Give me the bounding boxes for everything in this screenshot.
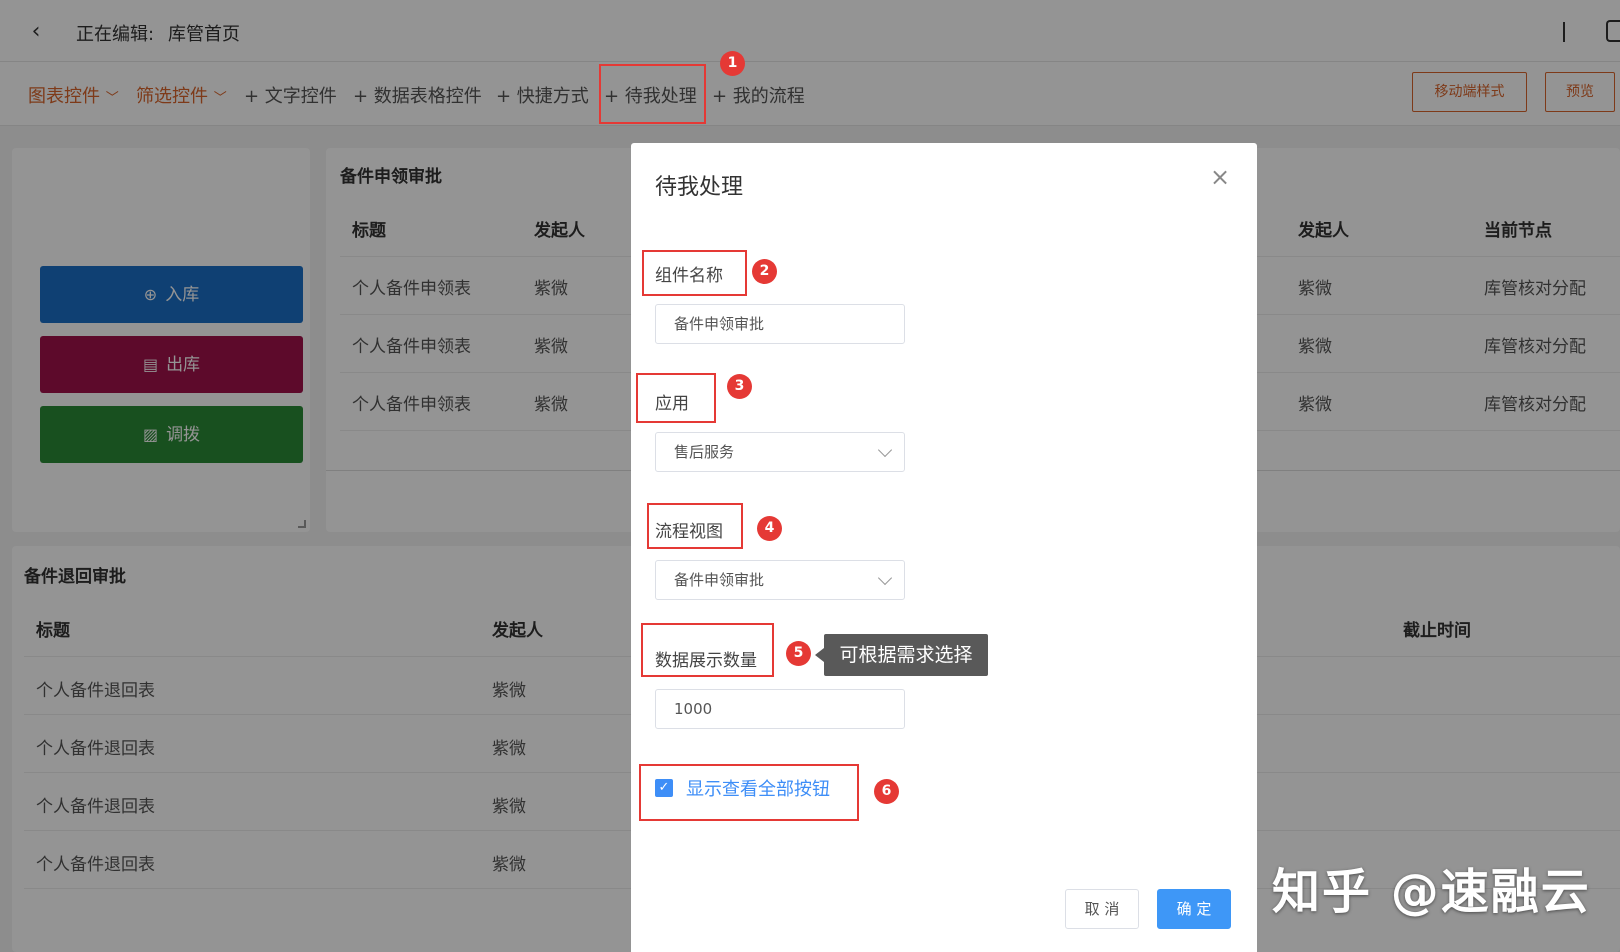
annotation-box: [599, 64, 706, 124]
annotation-box: [647, 503, 743, 549]
hint-tooltip: 可根据需求选择: [824, 634, 988, 676]
display-count-input[interactable]: 1000: [655, 689, 905, 729]
chevron-down-icon: [877, 570, 893, 586]
annotation-box: [641, 623, 774, 677]
chevron-down-icon: [877, 442, 893, 458]
close-icon[interactable]: ×: [1208, 165, 1232, 189]
annotation-box: [642, 250, 747, 296]
annotation-badge: 5: [786, 641, 811, 666]
annotation-badge: 2: [752, 259, 777, 284]
confirm-button[interactable]: 确 定: [1157, 889, 1231, 929]
component-name-input[interactable]: 备件申领审批: [655, 304, 905, 344]
annotation-badge: 1: [720, 51, 745, 76]
annotation-badge: 6: [874, 779, 899, 804]
application-select[interactable]: 售后服务: [655, 432, 905, 472]
process-view-select[interactable]: 备件申领审批: [655, 560, 905, 600]
annotation-badge: 4: [757, 516, 782, 541]
watermark: 知乎 @速融云: [1272, 864, 1591, 920]
dialog-title: 待我处理: [655, 175, 744, 200]
tooltip-arrow: [815, 648, 824, 662]
annotation-box: [636, 373, 716, 423]
annotation-badge: 3: [727, 374, 752, 399]
annotation-box: [639, 764, 859, 821]
cancel-button[interactable]: 取 消: [1065, 889, 1139, 929]
